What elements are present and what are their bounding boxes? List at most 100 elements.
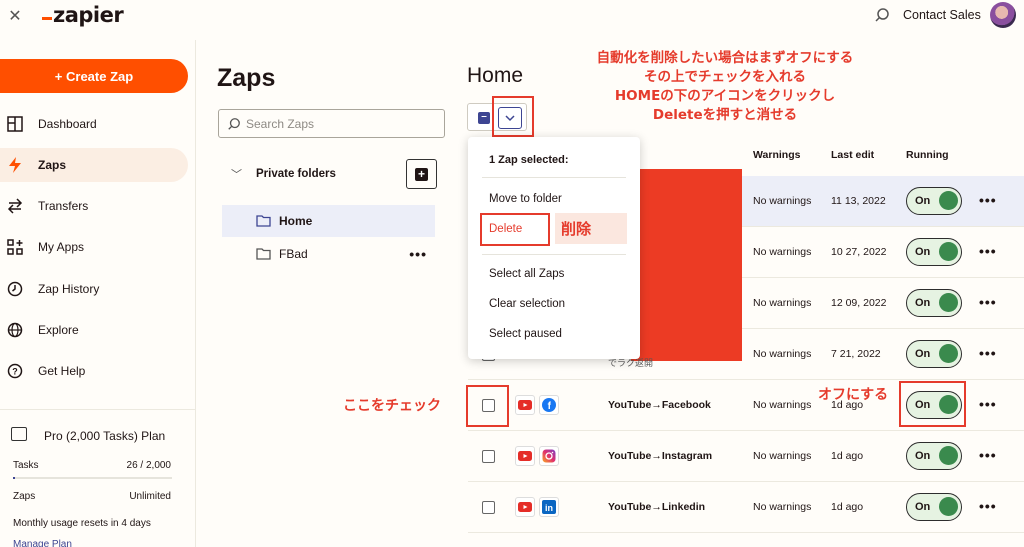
wallet-icon (11, 427, 27, 441)
annotation-check-here: ここをチェック (343, 398, 441, 414)
zap-last-edit: 11 13, 2022 (831, 195, 886, 207)
clock-icon (6, 280, 24, 298)
bulk-actions-menu: 1 Zap selected: Move to folder Delete Se… (468, 137, 640, 359)
running-toggle[interactable]: On (906, 442, 962, 470)
toggle-label: On (915, 195, 931, 207)
toggle-knob (939, 293, 958, 312)
zap-warnings: No warnings (753, 399, 812, 411)
indeterminate-checkbox[interactable]: – (478, 112, 490, 124)
row-more-options-icon[interactable]: ••• (979, 447, 997, 463)
row-checkbox[interactable] (482, 501, 495, 514)
folder-icon (256, 215, 271, 227)
tasks-label: Tasks (13, 460, 39, 471)
row-more-options-icon[interactable]: ••• (979, 294, 997, 310)
sidebar-item-my-apps[interactable]: My Apps (0, 230, 188, 264)
annotation-box-toggle (899, 381, 966, 427)
search-zaps-input[interactable]: Search Zaps (218, 109, 445, 138)
contact-sales-link[interactable]: Contact Sales (903, 8, 981, 22)
zap-name[interactable]: YouTube→Instagram (608, 450, 712, 462)
search-icon[interactable] (874, 7, 890, 23)
zap-warnings: No warnings (753, 348, 812, 360)
zap-warnings: No warnings (753, 501, 812, 513)
annotation-box-delete (480, 213, 550, 246)
sidebar: + Create Zap Dashboard Zaps Transfers My… (0, 40, 196, 547)
sidebar-item-get-help[interactable]: ? Get Help (0, 354, 188, 388)
sidebar-item-label: Zap History (38, 282, 100, 296)
sidebar-item-label: Zaps (38, 158, 67, 172)
row-more-options-icon[interactable]: ••• (979, 498, 997, 514)
zapier-logo[interactable]: zapier (42, 3, 124, 27)
tasks-progress-bar (13, 477, 172, 479)
running-toggle[interactable]: On (906, 238, 962, 266)
add-folder-button[interactable]: + (406, 159, 437, 189)
private-folders-label: Private folders (256, 168, 336, 180)
create-zap-button[interactable]: + Create Zap (0, 59, 188, 93)
search-icon (228, 117, 240, 130)
youtube-icon (515, 395, 535, 415)
sidebar-item-transfers[interactable]: Transfers (0, 189, 188, 223)
menu-item-select-paused[interactable]: Select paused (489, 328, 562, 340)
zap-last-edit: 7 21, 2022 (831, 348, 881, 360)
tasks-value: 26 / 2,000 (126, 460, 171, 471)
tasks-progress-fill (13, 477, 16, 479)
usage-reset-note: Monthly usage resets in 4 days (13, 518, 151, 529)
column-header-running[interactable]: Running (906, 149, 949, 161)
row-more-options-icon[interactable]: ••• (979, 243, 997, 259)
more-options-icon[interactable]: ••• (409, 246, 427, 262)
youtube-icon (515, 497, 535, 517)
transfer-arrows-icon (6, 197, 24, 215)
chevron-down-icon[interactable]: ﹀ (231, 166, 242, 182)
linkedin-icon: in (539, 497, 559, 517)
toggle-knob (939, 344, 958, 363)
avatar[interactable] (990, 2, 1016, 28)
folder-label: FBad (279, 247, 308, 261)
toggle-knob (939, 191, 958, 210)
logo-text: zapier (53, 3, 124, 27)
apps-grid-icon (6, 238, 24, 256)
row-checkbox[interactable] (482, 450, 495, 463)
sidebar-item-explore[interactable]: Explore (0, 313, 188, 347)
folder-item-home[interactable]: Home (222, 205, 435, 237)
running-toggle[interactable]: On (906, 187, 962, 215)
globe-icon (6, 321, 24, 339)
zap-warnings: No warnings (753, 246, 812, 258)
top-bar: ✕ zapier Contact Sales (0, 0, 1024, 34)
menu-item-move-to-folder[interactable]: Move to folder (489, 193, 562, 205)
manage-plan-link[interactable]: Manage Plan (13, 539, 72, 547)
zap-row[interactable]: YouTube→Instagram No warnings 1d ago On ••• (468, 431, 1024, 482)
zaps-usage-value: Unlimited (129, 491, 171, 502)
sidebar-item-label: Dashboard (38, 117, 97, 131)
running-toggle[interactable]: On (906, 340, 962, 368)
sidebar-item-label: My Apps (38, 240, 85, 254)
column-header-warnings[interactable]: Warnings (753, 149, 800, 161)
column-header-last-edit[interactable]: Last edit (831, 149, 874, 161)
sidebar-item-dashboard[interactable]: Dashboard (0, 107, 188, 141)
plan-title: Pro (2,000 Tasks) Plan (44, 429, 166, 443)
running-toggle[interactable]: On (906, 289, 962, 317)
svg-text:?: ? (12, 367, 18, 377)
running-toggle[interactable]: On (906, 493, 962, 521)
sidebar-item-label: Explore (38, 323, 79, 337)
close-icon[interactable]: ✕ (8, 6, 22, 26)
folder-item-fbad[interactable]: FBad ••• (222, 238, 435, 270)
annotation-instructions: 自動化を削除したい場合はまずオフにする その上でチェックを入れる HOMEの下の… (545, 49, 905, 125)
zap-last-edit: 12 09, 2022 (831, 297, 887, 309)
sidebar-item-zaps[interactable]: Zaps (0, 148, 188, 182)
annotation-line: Deleteを押すと消せる (652, 107, 798, 123)
annotation-box-dropdown (492, 96, 534, 137)
row-more-options-icon[interactable]: ••• (979, 345, 997, 361)
sidebar-item-zap-history[interactable]: Zap History (0, 272, 188, 306)
youtube-icon (515, 446, 535, 466)
zap-row[interactable]: in YouTube→Linkedin No warnings 1d ago On ••• (468, 482, 1024, 533)
row-more-options-icon[interactable]: ••• (979, 192, 997, 208)
facebook-icon: f (539, 395, 559, 415)
zap-name[interactable]: YouTube→Linkedin (608, 501, 705, 513)
sidebar-item-label: Get Help (38, 364, 86, 378)
menu-item-clear-selection[interactable]: Clear selection (489, 298, 565, 310)
zap-name[interactable]: YouTube→Facebook (608, 399, 711, 411)
menu-item-select-all[interactable]: Select all Zaps (489, 268, 564, 280)
row-more-options-icon[interactable]: ••• (979, 396, 997, 412)
annotation-turn-off: オフにする (818, 387, 889, 403)
zap-warnings: No warnings (753, 297, 812, 309)
toggle-label: On (915, 348, 931, 360)
